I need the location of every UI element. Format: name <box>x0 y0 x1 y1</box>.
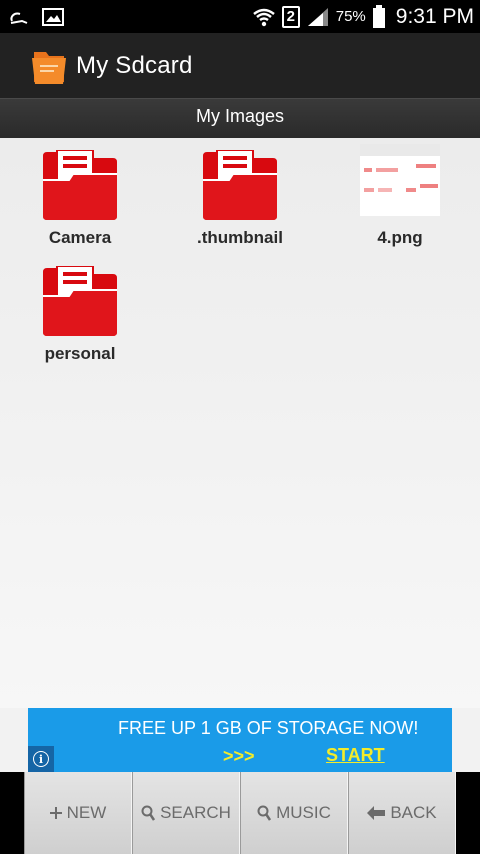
status-bar: 2 75% 9:31 PM <box>0 0 480 33</box>
signal-icon <box>307 7 328 26</box>
new-button-label: NEW <box>66 803 107 822</box>
gallery-icon <box>42 7 64 26</box>
file-name: personal <box>44 344 116 363</box>
info-icon: i <box>33 751 49 767</box>
search-icon <box>141 805 156 821</box>
new-button[interactable]: NEW <box>24 772 132 854</box>
app-bar: My Sdcard <box>0 33 480 98</box>
battery-percent: 75% <box>335 8 366 25</box>
folder-item-personal[interactable]: personal <box>5 266 155 364</box>
bottom-toolbar: NEW SEARCH MUSIC BACK <box>0 772 480 854</box>
folder-item-camera[interactable]: Camera <box>5 150 155 248</box>
ad-banner[interactable]: FREE UP 1 GB OF STORAGE NOW! >>> START i <box>28 708 452 772</box>
sub-header: My Images <box>0 98 480 138</box>
search-icon <box>257 805 272 821</box>
ad-arrows: >>> <box>223 746 255 766</box>
image-item-4png[interactable]: 4.png <box>325 144 475 248</box>
music-button-label: MUSIC <box>276 803 331 822</box>
file-grid: Camera .thumbnail 4.png personal <box>0 138 480 708</box>
file-name: .thumbnail <box>197 228 283 247</box>
folder-icon <box>43 266 117 336</box>
wifi-icon <box>252 8 275 26</box>
file-name: 4.png <box>377 228 423 247</box>
status-left-icons <box>8 7 64 27</box>
ad-headline: FREE UP 1 GB OF STORAGE NOW! <box>118 718 419 738</box>
folder-item-thumbnail[interactable]: .thumbnail <box>165 150 315 248</box>
back-button[interactable]: BACK <box>348 772 456 854</box>
app-logo-icon[interactable] <box>30 46 68 86</box>
status-right-icons: 2 75% 9:31 PM <box>252 4 474 29</box>
sync-icon <box>10 12 28 24</box>
plus-icon <box>49 807 62 819</box>
music-button[interactable]: MUSIC <box>240 772 348 854</box>
folder-icon <box>43 150 117 220</box>
current-folder-title: My Images <box>195 106 285 126</box>
search-button-label: SEARCH <box>160 803 231 822</box>
ad-info-button[interactable]: i <box>28 746 54 772</box>
ad-start-link[interactable]: START <box>326 745 385 766</box>
file-name: Camera <box>48 228 112 247</box>
clock: 9:31 PM <box>395 4 474 28</box>
folder-icon <box>203 150 277 220</box>
search-button[interactable]: SEARCH <box>132 772 240 854</box>
image-thumbnail <box>360 144 440 224</box>
app-title: My Sdcard <box>76 51 193 79</box>
back-button-label: BACK <box>390 803 437 822</box>
back-arrow-icon <box>367 806 386 820</box>
battery-icon <box>372 4 385 28</box>
sim-badge: 2 <box>281 5 300 28</box>
